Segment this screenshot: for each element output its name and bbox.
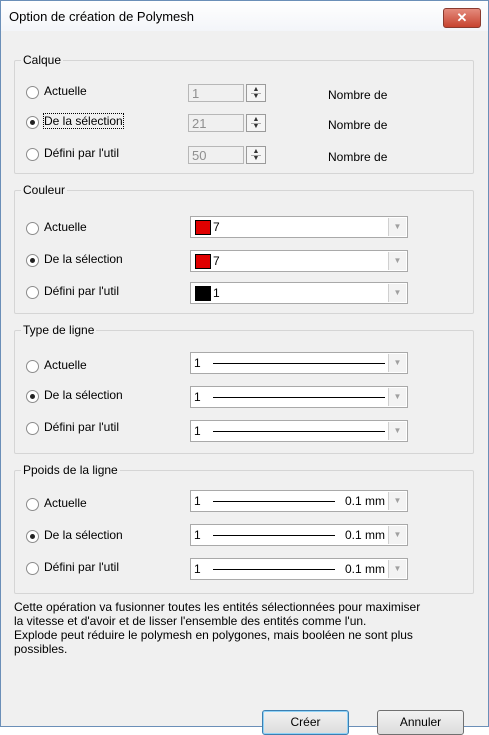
calque-defini-label[interactable]: Défini par l'util: [44, 146, 119, 160]
line-preview: [213, 501, 335, 502]
calque-actuelle-spinner: ▲ ▼: [246, 84, 266, 102]
description-line-3: Explode peut réduire le polymesh en poly…: [14, 628, 413, 642]
title-bar[interactable]: Option de création de Polymesh ✕: [1, 1, 488, 31]
window-title: Option de création de Polymesh: [9, 9, 194, 24]
chevron-down-icon[interactable]: ▼: [388, 388, 406, 406]
couleur-actuelle-dropdown[interactable]: 7 ▼: [190, 216, 408, 238]
poids-ligne-actuelle-value: 1: [194, 494, 201, 508]
line-preview: [213, 535, 335, 536]
poids-ligne-legend: Ppoids de la ligne: [21, 463, 120, 477]
type-ligne-legend: Type de ligne: [21, 323, 97, 337]
poids-ligne-defini-weight: 0.1 mm: [344, 562, 385, 576]
calque-defini-spinner: ▲ ▼: [246, 146, 266, 164]
poids-ligne-selection-value: 1: [194, 528, 201, 542]
calque-actuelle-count-label: Nombre de: [328, 88, 388, 102]
line-preview: [213, 569, 335, 570]
chevron-down-icon[interactable]: ▼: [388, 252, 406, 270]
calque-defini-radio[interactable]: [26, 148, 39, 161]
line-preview: [213, 397, 385, 398]
poids-ligne-actuelle-label[interactable]: Actuelle: [44, 496, 87, 510]
type-ligne-actuelle-value: 1: [194, 356, 201, 370]
line-preview: [213, 363, 385, 364]
calque-selection-radio[interactable]: [26, 116, 39, 129]
line-preview: [213, 431, 385, 432]
couleur-defini-dropdown[interactable]: 1 ▼: [190, 282, 408, 304]
type-ligne-defini-dropdown[interactable]: 1 ▼: [190, 420, 408, 442]
color-swatch: [195, 286, 211, 301]
chevron-down-icon[interactable]: ▼: [388, 284, 406, 302]
type-ligne-actuelle-label[interactable]: Actuelle: [44, 358, 87, 372]
chevron-down-icon[interactable]: ▼: [388, 526, 406, 544]
type-ligne-selection-radio[interactable]: [26, 390, 39, 403]
calque-selection-count-label: Nombre de: [328, 118, 388, 132]
chevron-down-icon[interactable]: ▼: [388, 560, 406, 578]
description-line-2: la vitesse et d'avoir et de lisser l'ens…: [14, 614, 367, 628]
type-ligne-defini-value: 1: [194, 424, 201, 438]
description-text: Cette opération va fusionner toutes les …: [14, 600, 479, 656]
description-line-4: possibles.: [14, 642, 68, 656]
couleur-defini-radio[interactable]: [26, 286, 39, 299]
calque-legend: Calque: [21, 53, 64, 67]
calque-defini-value: 50: [188, 146, 244, 164]
close-button[interactable]: ✕: [443, 8, 481, 28]
type-ligne-selection-label[interactable]: De la sélection: [44, 388, 123, 402]
poids-ligne-selection-dropdown[interactable]: 1 0.1 mm ▼: [190, 524, 408, 546]
couleur-actuelle-label[interactable]: Actuelle: [44, 220, 87, 234]
calque-defini-count-label: Nombre de: [328, 150, 388, 164]
poids-ligne-selection-radio[interactable]: [26, 530, 39, 543]
color-swatch: [195, 220, 211, 235]
poids-ligne-defini-label[interactable]: Défini par l'util: [44, 560, 119, 574]
couleur-selection-value: 7: [213, 254, 220, 268]
poids-ligne-actuelle-radio[interactable]: [26, 498, 39, 511]
color-swatch: [195, 254, 211, 269]
couleur-actuelle-value: 7: [213, 220, 220, 234]
couleur-actuelle-radio[interactable]: [26, 222, 39, 235]
create-button[interactable]: Créer: [262, 710, 349, 735]
couleur-selection-dropdown[interactable]: 7 ▼: [190, 250, 408, 272]
type-ligne-selection-value: 1: [194, 390, 201, 404]
type-ligne-selection-dropdown[interactable]: 1 ▼: [190, 386, 408, 408]
poids-ligne-actuelle-dropdown[interactable]: 1 0.1 mm ▼: [190, 490, 408, 512]
calque-actuelle-label[interactable]: Actuelle: [44, 84, 87, 98]
poids-ligne-defini-value: 1: [194, 562, 201, 576]
calque-selection-label[interactable]: De la sélection: [43, 113, 124, 129]
poids-ligne-selection-label[interactable]: De la sélection: [44, 528, 123, 542]
type-ligne-actuelle-dropdown[interactable]: 1 ▼: [190, 352, 408, 374]
type-ligne-defini-radio[interactable]: [26, 422, 39, 435]
cancel-button[interactable]: Annuler: [377, 710, 464, 735]
type-ligne-actuelle-radio[interactable]: [26, 360, 39, 373]
calque-selection-spinner: ▲ ▼: [246, 114, 266, 132]
couleur-selection-label[interactable]: De la sélection: [44, 252, 123, 266]
couleur-legend: Couleur: [21, 183, 68, 197]
chevron-down-icon[interactable]: ▼: [388, 422, 406, 440]
poids-ligne-defini-radio[interactable]: [26, 562, 39, 575]
poids-ligne-selection-weight: 0.1 mm: [344, 528, 385, 542]
calque-actuelle-value: 1: [188, 84, 244, 102]
poids-ligne-actuelle-weight: 0.1 mm: [344, 494, 385, 508]
chevron-down-icon[interactable]: ▼: [388, 354, 406, 372]
type-ligne-defini-label[interactable]: Défini par l'util: [44, 420, 119, 434]
poids-ligne-defini-dropdown[interactable]: 1 0.1 mm ▼: [190, 558, 408, 580]
chevron-down-icon[interactable]: ▼: [388, 218, 406, 236]
couleur-defini-value: 1: [213, 286, 220, 300]
description-line-1: Cette opération va fusionner toutes les …: [14, 600, 421, 614]
couleur-selection-radio[interactable]: [26, 254, 39, 267]
calque-selection-value: 21: [188, 114, 244, 132]
couleur-defini-label[interactable]: Défini par l'util: [44, 284, 119, 298]
calque-actuelle-radio[interactable]: [26, 86, 39, 99]
chevron-down-icon[interactable]: ▼: [388, 492, 406, 510]
